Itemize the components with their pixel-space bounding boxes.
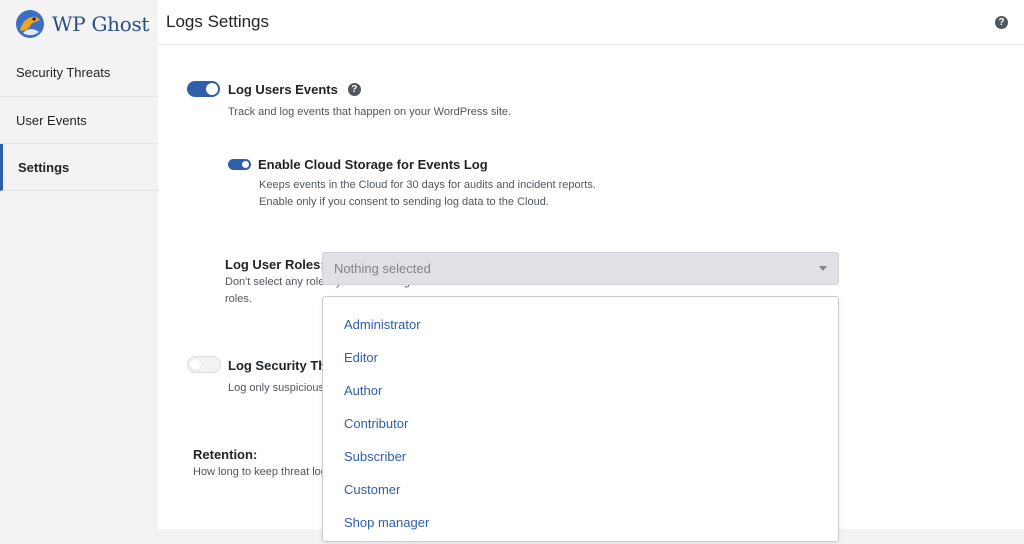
sidebar-item-label: Settings [18, 159, 70, 175]
retention-title: Retention: [193, 447, 258, 462]
sidebar-item-settings[interactable]: Settings [0, 144, 158, 191]
chevron-down-icon [819, 266, 827, 271]
page-title: Logs Settings [166, 12, 270, 31]
sidebar: WP Ghost Security Threats User Events Se… [0, 0, 158, 544]
user-roles-dropdown: Administrator Editor Author Contributor … [322, 296, 839, 542]
cloud-storage-title: Enable Cloud Storage for Events Log [258, 157, 488, 172]
wp-ghost-logo-icon [16, 10, 44, 38]
sidebar-item-user-events[interactable]: User Events [0, 97, 158, 144]
sidebar-item-security-threats[interactable]: Security Threats [0, 48, 158, 97]
log-users-events-description: Track and log events that happen on your… [228, 106, 512, 118]
role-option-subscriber[interactable]: Subscriber [323, 440, 838, 473]
question-circle-icon[interactable]: ? [995, 16, 1008, 29]
role-option-contributor[interactable]: Contributor [323, 407, 838, 440]
log-users-events-title: Log Users Events ? [228, 82, 361, 97]
role-option-editor[interactable]: Editor [323, 341, 838, 374]
role-option-author[interactable]: Author [323, 374, 838, 407]
cloud-storage-toggle[interactable] [228, 159, 251, 170]
sidebar-item-label: User Events [16, 112, 87, 128]
question-circle-icon[interactable]: ? [347, 83, 361, 96]
role-option-administrator[interactable]: Administrator [323, 308, 838, 341]
role-option-shop-manager[interactable]: Shop manager [323, 506, 838, 539]
log-user-roles-title: Log User Roles: [225, 257, 325, 272]
logo[interactable]: WP Ghost [0, 0, 158, 48]
log-users-events-toggle[interactable] [187, 81, 220, 97]
user-roles-select[interactable]: Nothing selected [322, 252, 839, 285]
role-option-customer[interactable]: Customer [323, 473, 838, 506]
log-security-threats-toggle[interactable] [187, 356, 221, 373]
sidebar-item-label: Security Threats [16, 64, 111, 80]
page-header: Logs Settings ? [158, 0, 1024, 45]
user-roles-placeholder: Nothing selected [334, 261, 431, 276]
cloud-storage-description: Keeps events in the Cloud for 30 days fo… [259, 179, 596, 208]
brand-name: WP Ghost [52, 12, 150, 36]
